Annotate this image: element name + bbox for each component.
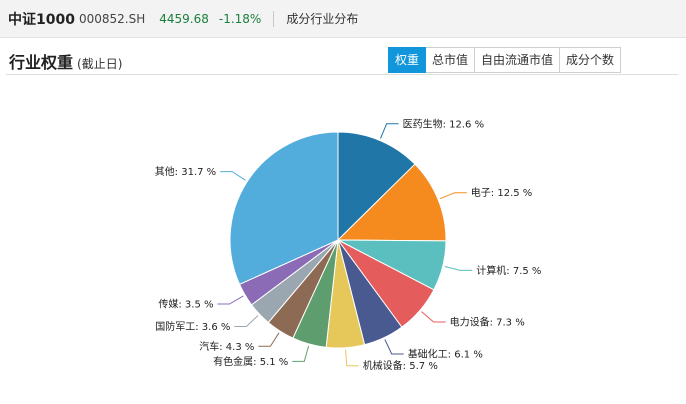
slice-label-basic-chemical: 基础化工: 6.1 % xyxy=(408,348,483,361)
slice-label-defense: 国防军工: 3.6 % xyxy=(155,320,230,333)
slice-label-computer: 计算机: 7.5 % xyxy=(476,264,541,277)
leader-line-nonferrous-metals xyxy=(292,345,310,362)
index-price: 4459.68 xyxy=(159,11,209,26)
leader-line-others xyxy=(220,171,246,181)
index-change: -1.18% xyxy=(218,11,262,26)
leader-line-electronics xyxy=(439,192,467,200)
leader-line-power-equipment xyxy=(421,311,446,323)
index-name: 中证1000 xyxy=(8,11,75,28)
section-title: 成分行业分布 xyxy=(286,12,359,26)
slice-label-machinery: 机械设备: 5.7 % xyxy=(363,359,438,372)
leader-line-machinery xyxy=(345,349,359,367)
leader-line-media xyxy=(217,295,244,305)
leader-line-automobile xyxy=(258,332,280,347)
slice-label-automobile: 汽车: 4.3 % xyxy=(199,340,254,353)
header-divider xyxy=(273,10,275,27)
index-header: 中证1000 000852.SH 4459.68 -1.18% 成分行业分布 xyxy=(0,0,686,38)
leader-line-computer xyxy=(444,266,473,271)
index-code: 000852.SH xyxy=(78,11,146,26)
slice-label-power-equipment: 电力设备: 7.3 % xyxy=(450,316,525,329)
leader-line-defense xyxy=(234,315,259,327)
slice-label-others: 其他: 31.7 % xyxy=(155,165,217,178)
slice-label-nonferrous-metals: 有色金属: 5.1 % xyxy=(213,355,288,368)
industry-pie-chart: 医药生物: 12.6 % 电子: 12.5 % 计算机: 7.5 % 电力设备: 7.… xyxy=(155,117,542,372)
tab-weight[interactable]: 权重 xyxy=(388,47,427,73)
slice-label-electronics: 电子: 12.5 % xyxy=(471,186,533,199)
leader-line-basic-chemical xyxy=(384,339,404,355)
leader-line-pharma-bio xyxy=(380,123,399,139)
slice-label-pharma-bio: 医药生物: 12.6 % xyxy=(403,117,485,130)
slice-label-media: 传媒: 3.5 % xyxy=(158,299,213,311)
